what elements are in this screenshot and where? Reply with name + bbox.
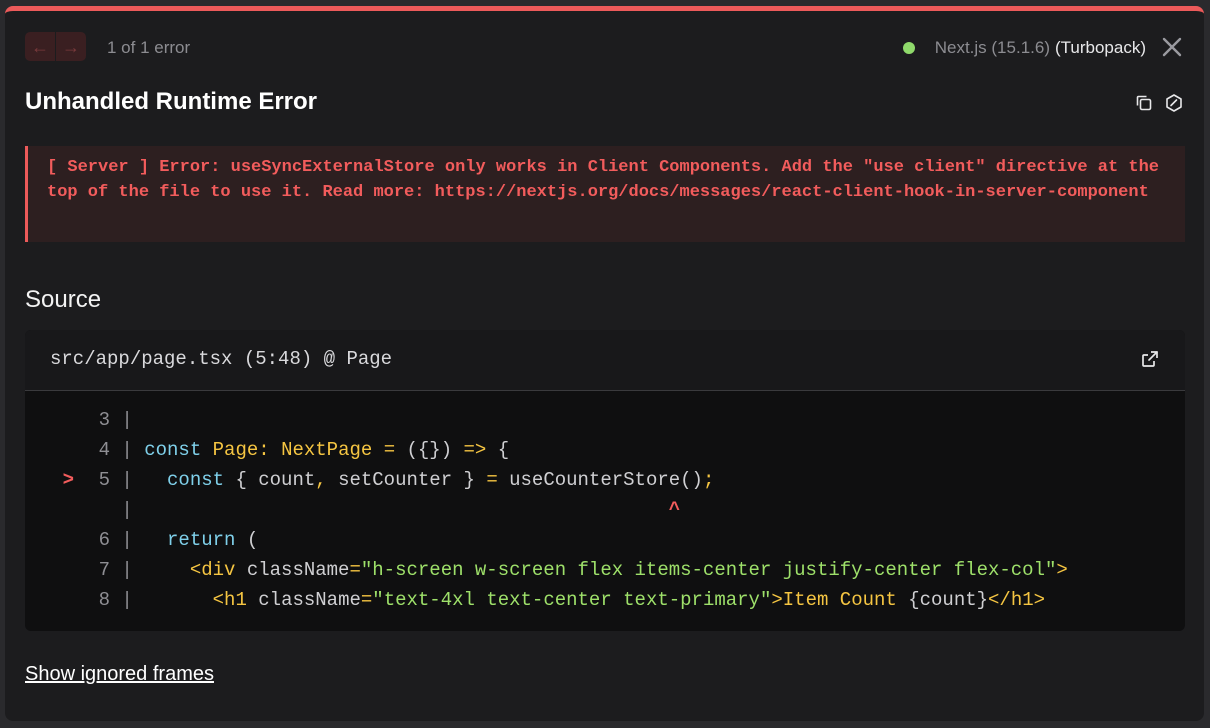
error-line-marker: > (62, 469, 74, 491)
code-token: "h-screen w-screen flex items-center jus… (360, 559, 1057, 581)
nextjs-version: Next.js (15.1.6) (934, 38, 1050, 57)
source-heading: Source (25, 286, 102, 313)
code-token: = (383, 439, 396, 461)
source-header: src/app/page.tsx (5:48) @ Page (25, 330, 1185, 391)
code-token: { (486, 439, 510, 461)
line-number: 6 (98, 529, 110, 551)
open-in-editor-icon[interactable] (1140, 349, 1160, 369)
line-number: 5 (98, 469, 110, 491)
code-token: useCounterStore() (497, 469, 703, 491)
code-token: ; (702, 469, 715, 491)
code-token: Item Count (782, 589, 897, 611)
code-token: setCounter } (326, 469, 487, 491)
previous-error-button[interactable]: ← (25, 32, 55, 61)
arrow-right-icon: → (62, 36, 80, 57)
overlay-topbar: ← → 1 of 1 error Next.js (15.1.6) (Turbo… (25, 32, 1184, 66)
bundler-label: (Turbopack) (1054, 38, 1146, 57)
code-block: 3 | 4 | const Page: NextPage = ({}) => {… (25, 405, 1185, 615)
code-line: 3 | (25, 405, 1185, 435)
gutter-separator: | (110, 469, 145, 491)
code-token: className (235, 559, 350, 581)
source-code-frame: src/app/page.tsx (5:48) @ Page 3 | 4 | c… (25, 330, 1185, 631)
code-token: = (349, 559, 361, 581)
code-token: <h1 (212, 589, 247, 611)
line-number: 8 (98, 589, 110, 611)
source-location: src/app/page.tsx (5:48) @ Page (50, 348, 393, 370)
code-token: "text-4xl text-center text-primary" (372, 589, 772, 611)
gutter-separator: | (110, 409, 145, 431)
line-number: 7 (98, 559, 110, 581)
code-token: className (246, 589, 361, 611)
code-token: const (144, 439, 202, 461)
close-icon[interactable] (1160, 35, 1184, 59)
title-actions (1134, 93, 1184, 113)
line-number: 3 (98, 409, 110, 431)
error-title: Unhandled Runtime Error (25, 88, 318, 115)
code-token: Page (212, 439, 259, 461)
code-token: {count} (896, 589, 989, 611)
gutter-separator: | (110, 499, 145, 521)
code-line: 8 | <h1 className="text-4xl text-center … (25, 585, 1185, 615)
code-token: = (360, 589, 373, 611)
code-token: <div (189, 559, 236, 581)
code-token: ^ (668, 499, 681, 521)
code-token: </h1> (988, 589, 1046, 611)
error-overlay-dialog: ← → 1 of 1 error Next.js (15.1.6) (Turbo… (5, 6, 1204, 721)
code-token: ( (235, 529, 259, 551)
code-token: => (463, 439, 487, 461)
gutter-separator: | (110, 559, 145, 581)
code-token: ({}) (395, 439, 464, 461)
code-token: > (771, 589, 783, 611)
show-ignored-frames-link[interactable]: Show ignored frames (25, 663, 214, 686)
code-line: 7 | <div className="h-screen w-screen fl… (25, 555, 1185, 585)
code-token: NextPage (281, 439, 373, 461)
code-token: , (315, 469, 327, 491)
gutter-separator: | (110, 529, 145, 551)
error-count: 1 of 1 error (107, 38, 191, 57)
line-number: 4 (98, 439, 110, 461)
status-dot-icon (902, 42, 915, 54)
error-pagination: ← → (25, 32, 86, 61)
version-badge: Next.js (15.1.6) (Turbopack) (902, 38, 1146, 58)
code-token: const (167, 469, 225, 491)
code-token: return (167, 529, 236, 551)
code-token: = (486, 469, 498, 491)
next-error-button[interactable]: → (56, 32, 86, 61)
error-message: [ Server ] Error: useSyncExternalStore o… (25, 146, 1185, 242)
copy-icon[interactable] (1134, 93, 1154, 113)
arrow-left-icon: ← (31, 36, 49, 57)
code-line: >5 | const { count, setCounter } = useCo… (25, 465, 1185, 495)
code-token: : (258, 439, 282, 461)
gutter-separator: | (110, 589, 145, 611)
code-token: { count (224, 469, 316, 491)
code-line: 6 | return ( (25, 525, 1185, 555)
gutter-separator: | (110, 439, 145, 461)
code-token: > (1056, 559, 1068, 581)
docs-icon[interactable] (1164, 93, 1184, 113)
code-line: | ^ (25, 495, 1185, 525)
code-line: 4 | const Page: NextPage = ({}) => { (25, 435, 1185, 465)
